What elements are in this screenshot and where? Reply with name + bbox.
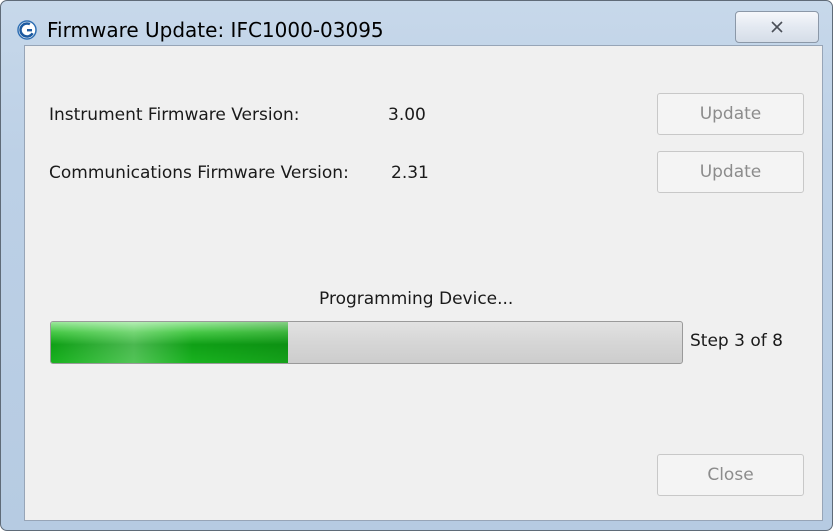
- progress-bar: [50, 321, 683, 364]
- update-instrument-button[interactable]: Update: [657, 93, 804, 135]
- progress-status-text: Programming Device...: [319, 289, 514, 309]
- firmware-update-window: Firmware Update: IFC1000-03095 Instrumen…: [0, 0, 833, 531]
- window-close-button[interactable]: [735, 11, 819, 43]
- close-button[interactable]: Close: [657, 454, 804, 496]
- instrument-firmware-value: 3.00: [388, 105, 426, 125]
- communications-firmware-value: 2.31: [391, 163, 429, 183]
- title-bar[interactable]: Firmware Update: IFC1000-03095: [1, 1, 832, 45]
- progress-step-text: Step 3 of 8: [690, 331, 783, 351]
- update-communications-button[interactable]: Update: [657, 151, 804, 193]
- progress-bar-fill: [51, 322, 288, 363]
- dialog-content: Instrument Firmware Version: 3.00 Update…: [24, 45, 823, 521]
- close-icon: [771, 21, 783, 33]
- instrument-firmware-label: Instrument Firmware Version:: [49, 105, 300, 125]
- app-logo-icon: [17, 20, 37, 40]
- window-title: Firmware Update: IFC1000-03095: [47, 18, 384, 42]
- communications-firmware-label: Communications Firmware Version:: [49, 163, 349, 183]
